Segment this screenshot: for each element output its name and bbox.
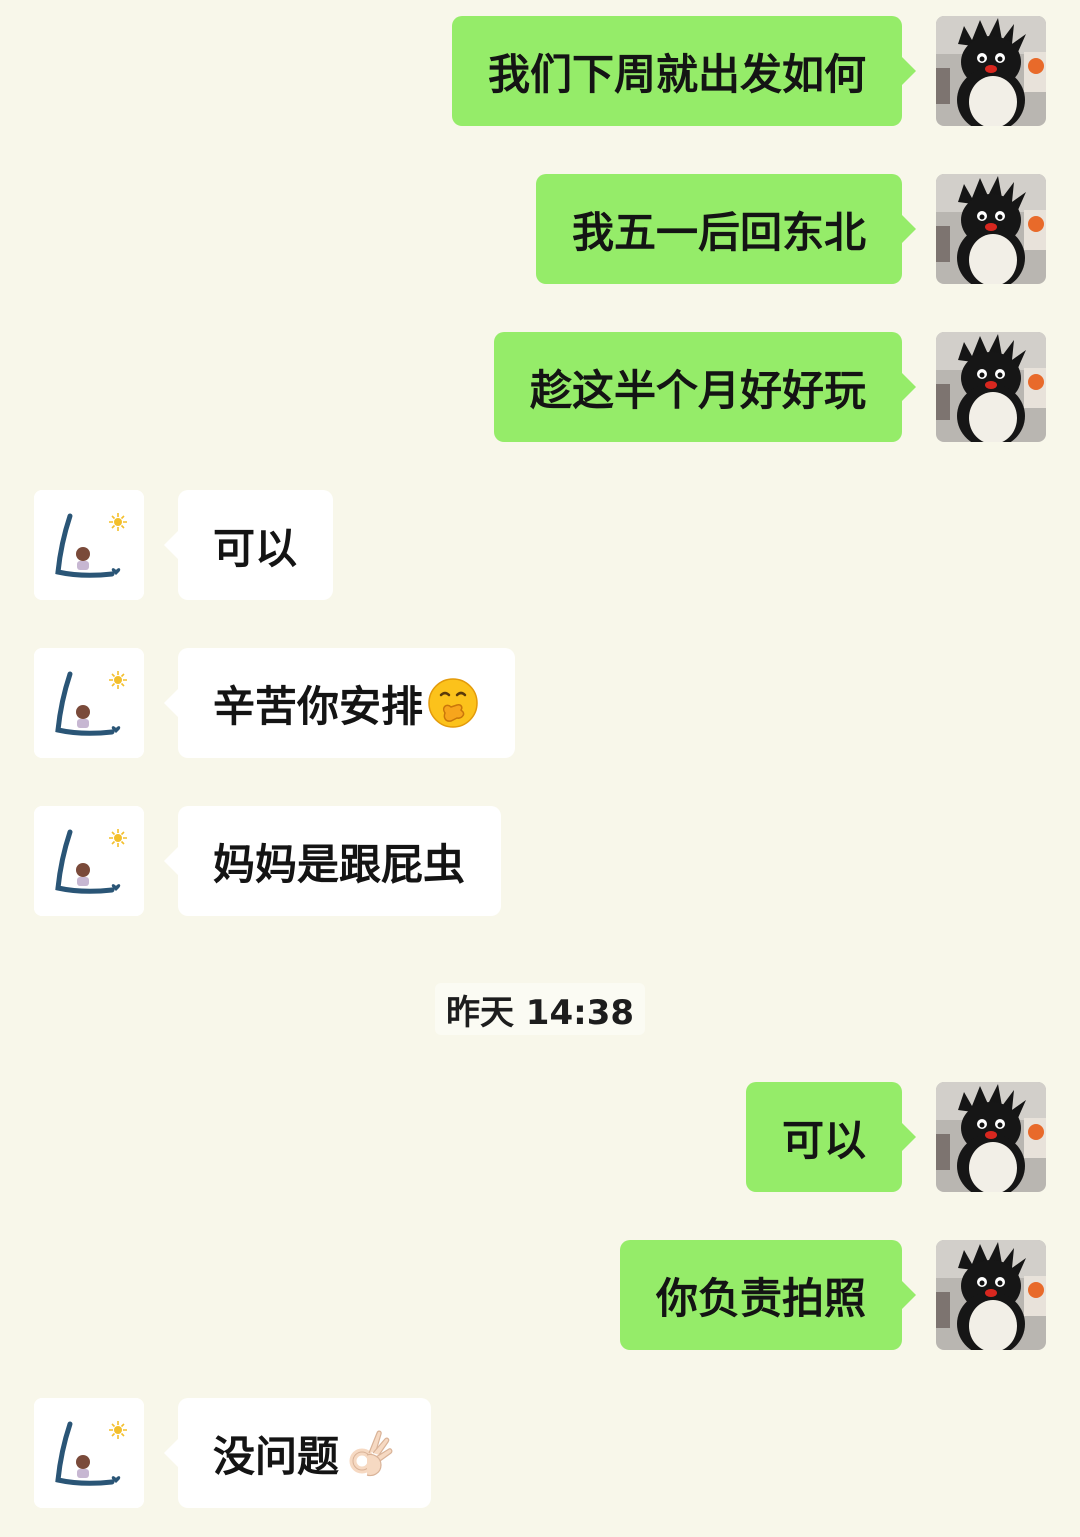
- message-row: 没问题: [0, 1398, 1080, 1508]
- message-row: 辛苦你安排: [0, 648, 1080, 758]
- my-avatar[interactable]: [936, 16, 1046, 126]
- contact-avatar[interactable]: [34, 648, 144, 758]
- contact-avatar[interactable]: [34, 806, 144, 916]
- message-row: 可以: [0, 1082, 1080, 1192]
- outgoing-message-bubble[interactable]: 我们下周就出发如何: [451, 16, 917, 126]
- message-row: 你负责拍照: [0, 1240, 1080, 1350]
- message-text: 辛苦你安排: [213, 681, 424, 731]
- message-text: 我们下周就出发如何: [487, 49, 866, 99]
- outgoing-message-bubble[interactable]: 我五一后回东北: [535, 174, 917, 284]
- message-row: 趁这半个月好好玩: [0, 332, 1080, 442]
- message-text: 可以: [781, 1115, 866, 1165]
- message-text: 妈妈是跟屁虫: [213, 839, 466, 889]
- message-text: 没问题: [213, 1431, 340, 1481]
- penguin-avatar-icon: [936, 332, 1046, 442]
- ok-hand-emoji-icon: [343, 1427, 395, 1479]
- incoming-message-bubble[interactable]: 可以: [163, 490, 334, 600]
- drawn-letter-avatar-icon: [34, 806, 144, 916]
- message-text: 我五一后回东北: [571, 207, 866, 257]
- drawn-letter-avatar-icon: [34, 648, 144, 758]
- hand-over-mouth-emoji-icon: [427, 677, 479, 729]
- penguin-avatar-icon: [936, 174, 1046, 284]
- contact-avatar[interactable]: [34, 490, 144, 600]
- penguin-avatar-icon: [936, 16, 1046, 126]
- penguin-avatar-icon: [936, 1082, 1046, 1192]
- message-text: 你负责拍照: [655, 1273, 866, 1323]
- my-avatar[interactable]: [936, 174, 1046, 284]
- drawn-letter-avatar-icon: [34, 490, 144, 600]
- penguin-avatar-icon: [936, 1240, 1046, 1350]
- message-row: 我五一后回东北: [0, 174, 1080, 284]
- message-row: 我们下周就出发如何: [0, 16, 1080, 126]
- outgoing-message-bubble[interactable]: 趁这半个月好好玩: [493, 332, 917, 442]
- message-row: 可以: [0, 490, 1080, 600]
- my-avatar[interactable]: [936, 332, 1046, 442]
- outgoing-message-bubble[interactable]: 你负责拍照: [619, 1240, 917, 1350]
- message-text: 可以: [213, 523, 298, 573]
- outgoing-message-bubble[interactable]: 可以: [745, 1082, 917, 1192]
- incoming-message-bubble[interactable]: 没问题: [163, 1398, 432, 1508]
- my-avatar[interactable]: [936, 1082, 1046, 1192]
- contact-avatar[interactable]: [34, 1398, 144, 1508]
- message-text: 趁这半个月好好玩: [529, 365, 866, 415]
- incoming-message-bubble[interactable]: 妈妈是跟屁虫: [163, 806, 502, 916]
- incoming-message-bubble[interactable]: 辛苦你安排: [163, 648, 516, 758]
- drawn-letter-avatar-icon: [34, 1398, 144, 1508]
- timestamp-label: 昨天 14:38: [435, 983, 645, 1035]
- message-row: 妈妈是跟屁虫: [0, 806, 1080, 916]
- my-avatar[interactable]: [936, 1240, 1046, 1350]
